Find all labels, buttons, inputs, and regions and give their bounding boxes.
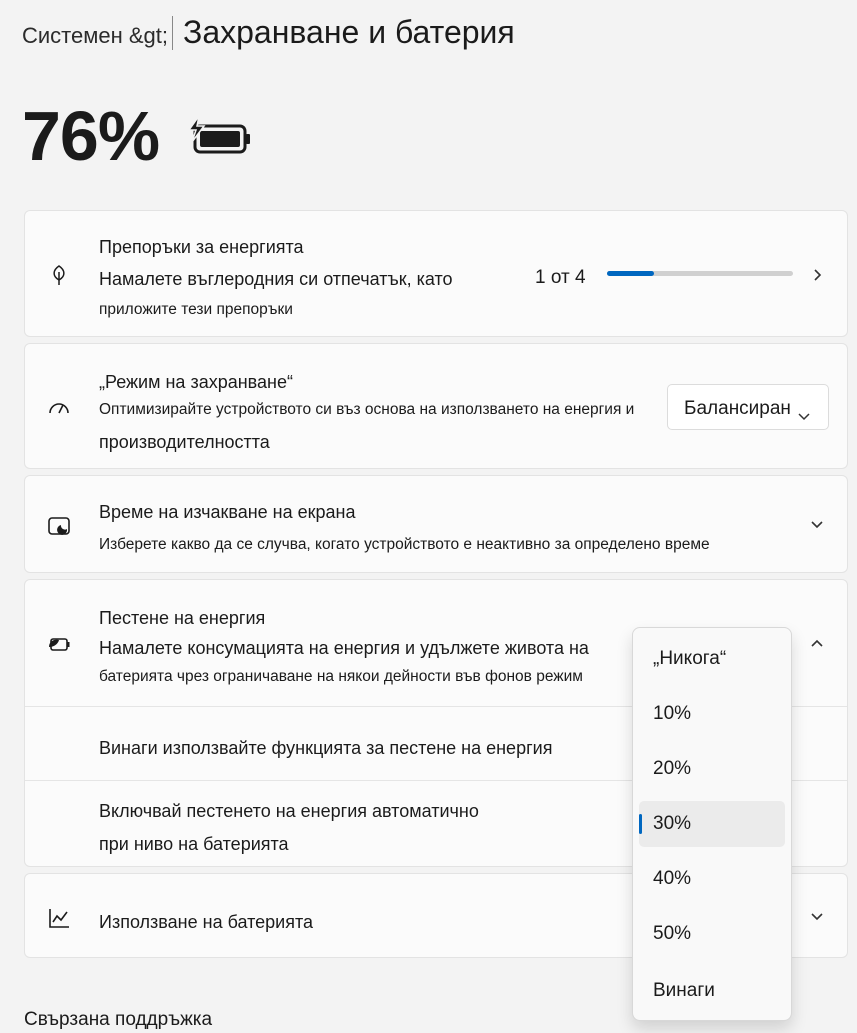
battery-percent: 76% bbox=[22, 97, 160, 175]
card-description: Изберете какво да се случва, когато устр… bbox=[99, 536, 710, 553]
power-mode-card: „Режим на захранване“ Оптимизирайте устр… bbox=[24, 343, 848, 469]
text-cursor bbox=[172, 15, 173, 50]
power-mode-select[interactable]: Балансиран bbox=[667, 384, 829, 430]
select-value: Балансиран bbox=[684, 398, 791, 419]
dropdown-option[interactable]: Винаги bbox=[639, 968, 785, 1014]
card-description: Оптимизирайте устройството си въз основа… bbox=[99, 401, 635, 418]
auto-label-cont: при ниво на батерията bbox=[99, 834, 289, 854]
dropdown-option[interactable]: „Никога“ bbox=[639, 636, 785, 682]
chevron-down-icon bbox=[809, 516, 825, 532]
option-label: 50% bbox=[653, 923, 692, 944]
dropdown-option-selected[interactable]: 30% bbox=[639, 801, 785, 847]
related-support-heading: Свързана поддръжка bbox=[24, 1009, 213, 1030]
option-label: 20% bbox=[653, 758, 692, 779]
card-title: Време на изчакване на екрана bbox=[99, 502, 356, 522]
card-title: Препоръки за енергията bbox=[99, 237, 304, 257]
chevron-down-icon bbox=[809, 908, 825, 924]
always-use-label: Винаги използвайте функцията за пестене … bbox=[99, 738, 553, 758]
speedometer-icon bbox=[47, 396, 71, 420]
card-title: Използване на батерията bbox=[99, 912, 314, 932]
breadcrumb-system[interactable]: Системен &gt; bbox=[22, 23, 168, 49]
selection-indicator bbox=[639, 814, 642, 834]
dropdown-option[interactable]: 50% bbox=[639, 911, 785, 957]
option-label: 40% bbox=[653, 868, 692, 889]
page-header: Системен &gt; Захранване и батерия bbox=[22, 14, 515, 51]
dropdown-option[interactable]: 10% bbox=[639, 691, 785, 737]
card-description-cont: батерията чрез ограничаване на някои дей… bbox=[99, 668, 583, 685]
screen-sleep-icon bbox=[47, 514, 71, 538]
chevron-down-icon bbox=[798, 405, 810, 427]
battery-charging-icon bbox=[187, 115, 253, 163]
card-description: Намалете въглеродния си отпечатък, като bbox=[99, 269, 453, 289]
battery-level-dropdown: „Никога“ 10% 20% 30% 40% 50% Винаги bbox=[632, 627, 792, 1021]
recommendation-count: 1 от 4 bbox=[535, 267, 586, 288]
option-label: 10% bbox=[653, 703, 692, 724]
card-title: Пестене на енергия bbox=[99, 608, 266, 628]
recommendation-progress bbox=[607, 271, 793, 276]
line-chart-icon bbox=[47, 906, 71, 930]
option-label: 30% bbox=[653, 813, 692, 834]
auto-label: Включвай пестенето на енергия автоматичн… bbox=[99, 801, 479, 821]
chevron-up-icon[interactable] bbox=[809, 636, 825, 652]
chevron-right-icon bbox=[809, 267, 825, 283]
energy-recommendations-card[interactable]: Препоръки за енергията Намалете въглерод… bbox=[24, 210, 848, 337]
dropdown-option[interactable]: 20% bbox=[639, 746, 785, 792]
card-description-cont: производителността bbox=[99, 432, 270, 452]
battery-status: 76% bbox=[22, 96, 253, 176]
card-description: Намалете консумацията на енергия и удълж… bbox=[99, 638, 589, 658]
card-description-cont: приложите тези препоръки bbox=[99, 301, 293, 318]
screen-timeout-card[interactable]: Време на изчакване на екрана Изберете ка… bbox=[24, 475, 848, 573]
page-title: Захранване и батерия bbox=[183, 14, 515, 50]
card-title: „Режим на захранване“ bbox=[99, 372, 293, 392]
progress-fill bbox=[607, 271, 654, 276]
dropdown-option[interactable]: 40% bbox=[639, 856, 785, 902]
leaf-icon bbox=[47, 263, 71, 287]
option-label: Винаги bbox=[653, 980, 715, 1001]
option-label: „Никога“ bbox=[653, 648, 727, 669]
battery-saver-icon bbox=[47, 632, 71, 656]
